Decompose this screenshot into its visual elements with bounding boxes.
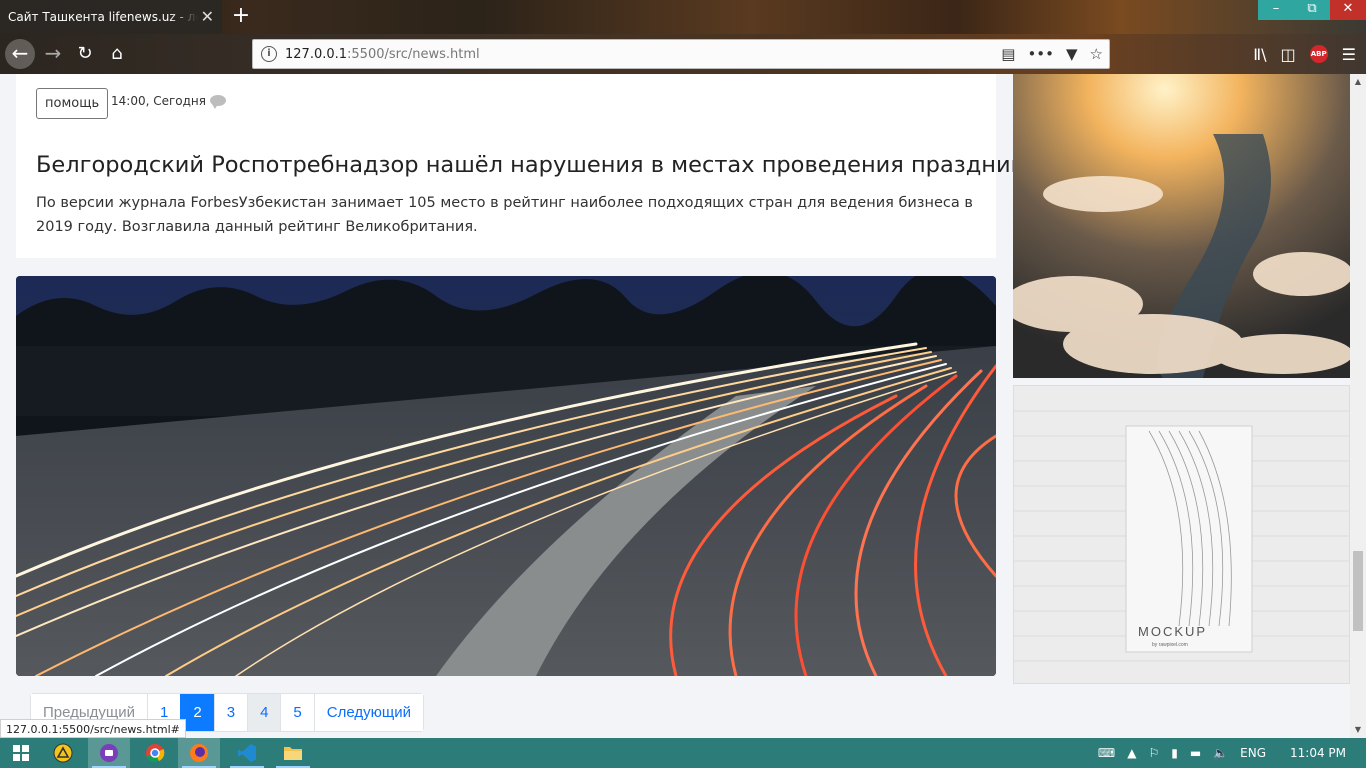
battery-icon[interactable]: ▮ bbox=[1171, 746, 1178, 760]
address-bar[interactable]: i 127.0.0.1:5500/src/news.html ▤ ••• ▼ ☆ bbox=[252, 39, 1110, 69]
language-indicator[interactable]: ENG bbox=[1240, 746, 1266, 760]
news-meta: 14:00, Сегодня bbox=[111, 94, 206, 108]
page-scrollbar[interactable]: ▲ ▼ bbox=[1350, 74, 1366, 738]
tag-button[interactable]: помощь bbox=[36, 88, 109, 119]
windows-icon[interactable] bbox=[0, 738, 42, 768]
file-explorer-icon[interactable] bbox=[272, 738, 314, 768]
windows-taskbar: ⌨ ▲ ⚐ ▮ ▬ 🔈 ENG 11:04 PM bbox=[0, 738, 1366, 768]
browser-tab[interactable]: Сайт Ташкента lifenews.uz - лента ✕ bbox=[0, 0, 222, 34]
sidebar-image-city[interactable] bbox=[1013, 74, 1350, 378]
info-icon[interactable]: i bbox=[261, 46, 277, 62]
tab-close-icon[interactable]: ✕ bbox=[201, 0, 214, 34]
security-icon[interactable]: ⚐ bbox=[1148, 746, 1159, 760]
keyboard-icon[interactable]: ⌨ bbox=[1098, 746, 1115, 760]
back-icon[interactable]: ← bbox=[5, 39, 35, 69]
window-controls: – ⧉ ✕ bbox=[1258, 0, 1366, 20]
star-icon[interactable]: ☆ bbox=[1090, 45, 1103, 63]
highway-photo bbox=[16, 276, 996, 676]
mockup-photo bbox=[1014, 386, 1349, 683]
reader-icon[interactable]: ▤ bbox=[1001, 45, 1015, 63]
volume-icon[interactable]: 🔈 bbox=[1213, 746, 1228, 760]
news-image-highway[interactable] bbox=[16, 276, 996, 676]
minimize-icon[interactable]: – bbox=[1258, 0, 1294, 20]
sidebar-icon[interactable]: ◫ bbox=[1281, 45, 1296, 64]
scroll-down-icon[interactable]: ▼ bbox=[1350, 722, 1366, 738]
menu-icon[interactable]: ☰ bbox=[1342, 45, 1356, 64]
network-icon[interactable]: ▬ bbox=[1190, 746, 1201, 760]
pagination-page-3[interactable]: 3 bbox=[213, 694, 248, 731]
url-path: :5500/src/news.html bbox=[347, 47, 480, 62]
news-title[interactable]: Белгородский Роспотребнадзор нашёл наруш… bbox=[36, 152, 1051, 178]
pagination-page-4[interactable]: 4 bbox=[247, 694, 281, 731]
sidebar-image-mockup[interactable]: MOCKUP by rawpixel.com bbox=[1013, 385, 1350, 684]
maximize-icon[interactable]: ⧉ bbox=[1294, 0, 1330, 20]
comment-icon[interactable] bbox=[210, 95, 226, 109]
toolbar-right: Ⅱ\ ◫ ABP ☰ bbox=[1253, 34, 1356, 74]
city-photo bbox=[1013, 74, 1350, 378]
url-text[interactable]: 127.0.0.1:5500/src/news.html bbox=[285, 40, 480, 69]
mockup-sublabel: by rawpixel.com bbox=[1152, 642, 1188, 648]
home-icon[interactable]: ⌂ bbox=[102, 39, 132, 69]
app-purple-icon[interactable] bbox=[88, 738, 130, 768]
system-tray: ⌨ ▲ ⚐ ▮ ▬ 🔈 ENG 11:04 PM bbox=[1098, 738, 1366, 768]
mockup-label: MOCKUP bbox=[1138, 624, 1208, 639]
scrollbar-thumb[interactable] bbox=[1353, 551, 1363, 631]
vscode-icon[interactable] bbox=[226, 738, 268, 768]
url-actions: ▤ ••• ▼ ☆ bbox=[1001, 40, 1103, 68]
clock[interactable]: 11:04 PM bbox=[1290, 746, 1346, 760]
pagination-page-5[interactable]: 5 bbox=[280, 694, 314, 731]
pagination-next[interactable]: Следующий bbox=[313, 694, 423, 731]
new-tab-button[interactable]: + bbox=[230, 3, 252, 31]
pocket-icon[interactable]: ▼ bbox=[1066, 45, 1078, 63]
news-card: помощь 14:00, Сегодня Белгородский Роспо… bbox=[16, 74, 1051, 258]
url-host: 127.0.0.1 bbox=[285, 47, 348, 62]
forward-icon[interactable]: → bbox=[38, 39, 68, 69]
adblock-icon[interactable]: ABP bbox=[1309, 45, 1328, 63]
navigation-toolbar: ← → ↻ ⌂ i 127.0.0.1:5500/src/news.html ▤… bbox=[0, 34, 1366, 74]
chrome-icon[interactable] bbox=[134, 738, 176, 768]
scroll-up-icon[interactable]: ▲ bbox=[1350, 74, 1366, 90]
library-icon[interactable]: Ⅱ\ bbox=[1253, 45, 1266, 64]
tab-title: Сайт Ташкента lifenews.uz - лента bbox=[8, 10, 198, 24]
news-text: По версии журнала ForbesУзбекистан заним… bbox=[36, 195, 973, 235]
status-link-preview: 127.0.0.1:5500/src/news.html# bbox=[0, 719, 186, 738]
window-close-icon[interactable]: ✕ bbox=[1330, 0, 1366, 20]
app-triangle-icon[interactable] bbox=[42, 738, 84, 768]
tray-expand-icon[interactable]: ▲ bbox=[1127, 746, 1136, 760]
reload-icon[interactable]: ↻ bbox=[70, 39, 100, 69]
more-icon[interactable]: ••• bbox=[1027, 45, 1054, 63]
tab-strip: Сайт Ташкента lifenews.uz - лента ✕ + – … bbox=[0, 0, 1366, 34]
firefox-icon[interactable] bbox=[178, 738, 220, 768]
page-viewport: помощь 14:00, Сегодня Белгородский Роспо… bbox=[0, 74, 1350, 738]
